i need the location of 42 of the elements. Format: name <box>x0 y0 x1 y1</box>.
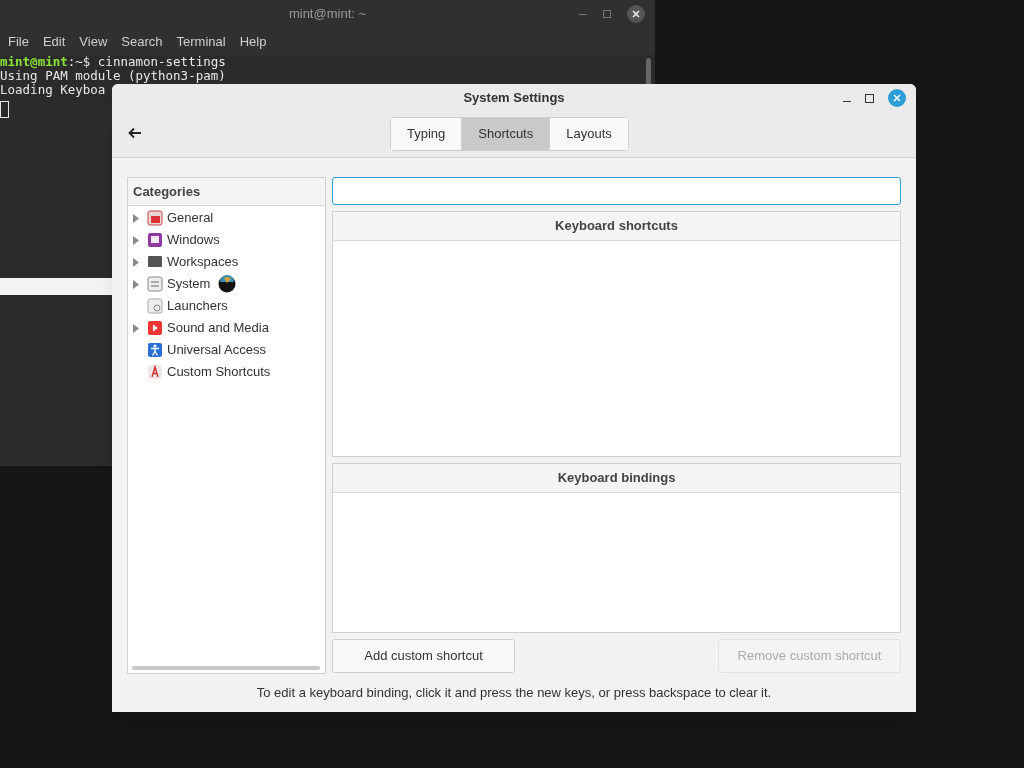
column-header: Keyboard shortcuts <box>555 217 678 236</box>
menu-item[interactable]: View <box>73 31 114 52</box>
menu-item[interactable]: File <box>2 31 35 52</box>
text-cursor <box>0 101 9 118</box>
window-title: mint@mint: ~ <box>288 5 367 24</box>
minimize-icon[interactable] <box>843 100 851 102</box>
category-item[interactable]: Windows <box>167 230 220 250</box>
settings-panel-icon <box>147 276 163 292</box>
tab[interactable]: Shortcuts <box>461 118 550 150</box>
category-item[interactable]: General <box>167 208 214 228</box>
category-item[interactable]: Universal Access <box>167 340 266 360</box>
back-arrow-icon[interactable] <box>128 127 142 139</box>
column-header: Keyboard bindings <box>557 469 676 488</box>
hint-text: To edit a keyboard binding, click it and press the new keys, or press backspace to clear it. <box>256 684 772 703</box>
menu-item[interactable]: Edit <box>36 31 72 52</box>
add-button[interactable]: Add custom shortcut <box>332 639 515 673</box>
launcher-icon <box>147 298 163 314</box>
keyboard-letter-icon <box>147 364 163 380</box>
menu-item[interactable]: Terminal <box>170 31 232 52</box>
terminal-line: mint@mint:~$ cinnamon-settings <box>0 55 226 69</box>
maximize-icon[interactable] <box>865 93 874 103</box>
search-field[interactable] <box>332 177 901 205</box>
column-header: Categories <box>133 182 201 201</box>
category-item[interactable]: Sound and Media <box>167 318 269 338</box>
workspace-icon <box>147 254 163 270</box>
menu-item[interactable]: Search <box>115 31 169 52</box>
busy-cursor-icon <box>218 275 236 293</box>
scrollbar <box>646 58 651 86</box>
category-item[interactable]: Custom Shortcuts <box>167 362 271 382</box>
windows-icon <box>147 232 163 248</box>
tab[interactable]: Typing <box>391 118 462 150</box>
tab[interactable]: Layouts <box>549 118 628 150</box>
terminal-line: Using PAM module (python3-pam) <box>0 69 226 83</box>
menu-item[interactable]: Help <box>233 31 273 52</box>
play-icon <box>147 320 163 336</box>
accessibility-icon <box>147 342 163 358</box>
category-item[interactable]: Launchers <box>167 296 228 316</box>
category-item[interactable]: Workspaces <box>167 252 239 272</box>
terminal-line: Loading Keyboa <box>0 83 106 97</box>
close-icon[interactable] <box>627 5 645 23</box>
category-item[interactable]: System <box>167 274 211 294</box>
window-title: System Settings <box>463 89 565 108</box>
